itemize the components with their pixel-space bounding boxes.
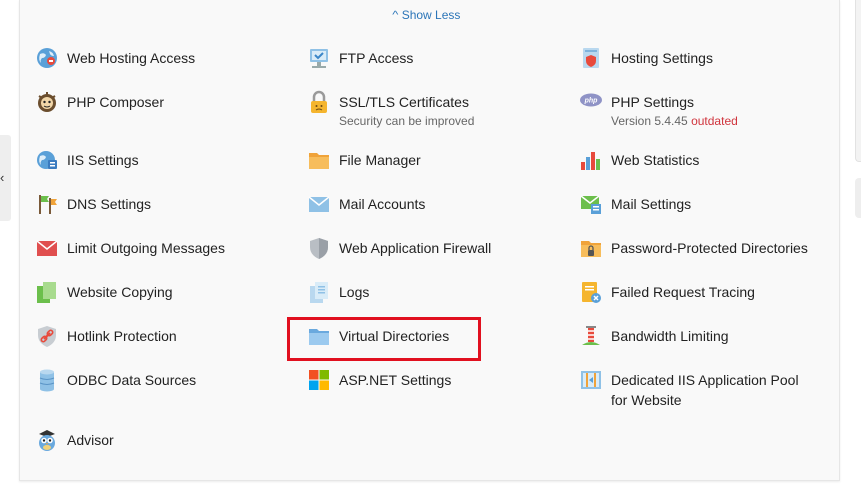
tool-label-line2: for Website: [611, 392, 682, 408]
tool-label: Mail Settings: [611, 196, 692, 212]
tool-file-manager[interactable]: File Manager: [307, 150, 421, 172]
tool-label: File Manager: [339, 152, 421, 168]
failed-trace-icon: [582, 282, 601, 303]
tool-label: PHP Settings: [611, 94, 695, 110]
tool-label: PHP Composer: [67, 94, 165, 110]
mail-settings-icon: [580, 195, 601, 214]
right-side-panel-edge: [855, 0, 861, 162]
ftp-icon: [310, 49, 328, 68]
tool-php-settings[interactable]: php PHP Settings Version 5.4.45 outdated: [579, 92, 738, 129]
tool-label: Dedicated IIS Application Pool: [611, 372, 799, 388]
log-pages-icon: [310, 282, 328, 303]
tool-label: Mail Accounts: [339, 196, 426, 212]
chevron-up-icon: ^: [392, 9, 399, 21]
tool-label: SSL/TLS Certificates: [339, 94, 469, 110]
tool-failed-request-tracing[interactable]: Failed Request Tracing: [579, 282, 755, 304]
envelope-icon: [308, 196, 330, 212]
right-side-tab[interactable]: [855, 178, 861, 218]
chevron-left-icon: ‹: [0, 170, 5, 185]
tool-label: Web Hosting Access: [67, 50, 196, 66]
windows-logo-icon: [309, 370, 329, 390]
php-icon: php: [580, 93, 602, 107]
tool-label: Hosting Settings: [611, 50, 713, 66]
locked-folder-icon: [581, 241, 601, 257]
tool-mail-settings[interactable]: Mail Settings: [579, 194, 691, 216]
composer-icon: [38, 92, 56, 112]
shield-icon: [310, 238, 328, 259]
tool-web-statistics[interactable]: Web Statistics: [579, 150, 699, 172]
tool-odbc-data-sources[interactable]: ODBC Data Sources: [35, 369, 197, 392]
tool-web-application-firewall[interactable]: Web Application Firewall: [307, 238, 491, 260]
tool-label: FTP Access: [339, 50, 414, 66]
tool-web-hosting-access[interactable]: Web Hosting Access: [35, 48, 195, 70]
tool-ftp-access[interactable]: FTP Access: [307, 48, 413, 70]
tool-label: Bandwidth Limiting: [611, 328, 729, 344]
tool-label: Website Copying: [67, 284, 173, 300]
tool-limit-outgoing-messages[interactable]: Limit Outgoing Messages: [35, 238, 225, 260]
tool-php-composer[interactable]: PHP Composer: [35, 92, 164, 114]
php-version: Version 5.4.45: [611, 114, 688, 128]
left-collapse-tab[interactable]: ‹: [0, 135, 11, 221]
virtual-directories-highlight-box: [287, 317, 481, 361]
globe-icon: [37, 48, 57, 68]
hosting-settings-icon: [583, 48, 599, 68]
tool-label: ASP.NET Settings: [339, 372, 452, 388]
tool-label: Logs: [339, 284, 370, 300]
hotlink-shield-icon: [38, 326, 56, 347]
dns-flags-icon: [39, 195, 57, 214]
tool-mail-accounts[interactable]: Mail Accounts: [307, 194, 425, 216]
show-less-label: Show Less: [401, 8, 461, 22]
tool-ssl-tls-certificates[interactable]: SSL/TLS Certificates Security can be imp…: [307, 90, 475, 129]
tool-logs[interactable]: Logs: [307, 282, 369, 304]
tool-sublabel: Security can be improved: [339, 114, 475, 128]
tool-label: Advisor: [67, 432, 114, 448]
tool-label: Password-Protected Directories: [611, 240, 808, 256]
show-less-link[interactable]: ^ Show Less: [392, 8, 461, 22]
tool-dns-settings[interactable]: DNS Settings: [35, 194, 151, 216]
tool-password-protected-directories[interactable]: Password-Protected Directories: [579, 238, 808, 260]
copy-pages-icon: [37, 282, 56, 303]
database-icon: [39, 369, 55, 392]
bandwidth-icon: [582, 326, 600, 345]
tool-iis-settings[interactable]: IIS Settings: [35, 150, 139, 172]
iis-icon: [37, 151, 57, 169]
tool-label: Web Application Firewall: [339, 240, 492, 256]
tool-label: Limit Outgoing Messages: [67, 240, 225, 256]
folder-icon: [309, 153, 329, 169]
tool-label: Failed Request Tracing: [611, 284, 755, 300]
red-envelope-icon: [36, 240, 58, 256]
tool-aspnet-settings[interactable]: ASP.NET Settings: [307, 370, 451, 392]
tool-website-copying[interactable]: Website Copying: [35, 282, 173, 304]
tool-hotlink-protection[interactable]: Hotlink Protection: [35, 326, 177, 348]
tool-hosting-settings[interactable]: Hosting Settings: [579, 48, 713, 70]
tool-label: ODBC Data Sources: [67, 372, 197, 388]
tool-label: Web Statistics: [611, 152, 700, 168]
lock-icon: [311, 90, 327, 113]
svg-text:php: php: [584, 98, 599, 105]
tool-dedicated-iis-pool[interactable]: Dedicated IIS Application Pool for Websi…: [579, 370, 799, 410]
php-outdated-status: outdated: [691, 114, 738, 128]
tool-bandwidth-limiting[interactable]: Bandwidth Limiting: [579, 326, 729, 348]
owl-icon: [39, 430, 55, 451]
tool-label: Hotlink Protection: [67, 328, 177, 344]
tool-label: DNS Settings: [67, 196, 152, 212]
bar-chart-icon: [581, 152, 600, 170]
app-pool-icon: [581, 371, 601, 389]
tool-sublabel: Version 5.4.45 outdated: [611, 113, 738, 129]
tool-advisor[interactable]: Advisor: [35, 430, 114, 452]
tool-label: IIS Settings: [67, 152, 139, 168]
